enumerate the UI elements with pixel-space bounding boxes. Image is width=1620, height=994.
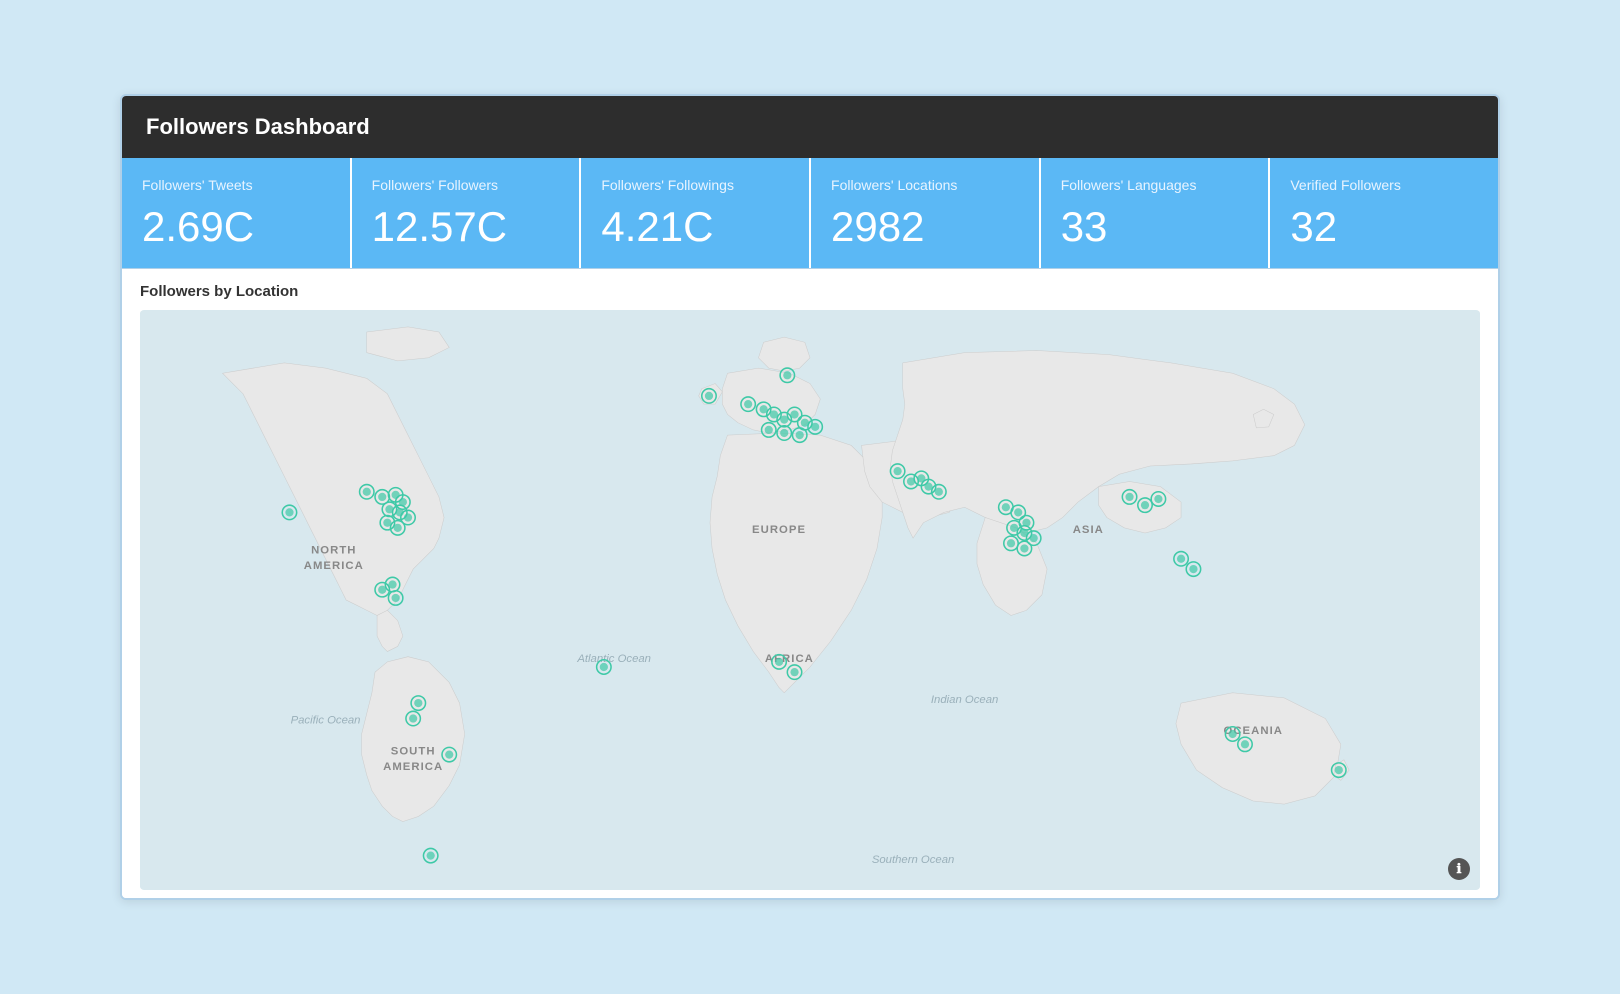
pacific-ocean-label: Pacific Ocean bbox=[291, 715, 361, 727]
stat-label-1: Followers' Followers bbox=[372, 176, 560, 194]
stat-card-0: Followers' Tweets 2.69C bbox=[122, 158, 352, 268]
stat-label-2: Followers' Followings bbox=[601, 176, 789, 194]
stat-value-0: 2.69C bbox=[142, 206, 330, 248]
stat-card-2: Followers' Followings 4.21C bbox=[581, 158, 811, 268]
map-section: Followers by Location bbox=[122, 269, 1498, 898]
stat-value-2: 4.21C bbox=[601, 206, 789, 248]
indian-ocean-label: Indian Ocean bbox=[931, 694, 998, 706]
north-america-label-2: AMERICA bbox=[304, 560, 364, 572]
stat-label-4: Followers' Languages bbox=[1061, 176, 1249, 194]
north-america-label-1: NORTH bbox=[311, 545, 356, 557]
stat-value-1: 12.57C bbox=[372, 206, 560, 248]
stat-value-4: 33 bbox=[1061, 206, 1249, 248]
stat-card-3: Followers' Locations 2982 bbox=[811, 158, 1041, 268]
map-section-title: Followers by Location bbox=[140, 283, 1480, 300]
south-america-label-1: SOUTH bbox=[391, 746, 436, 758]
header: Followers Dashboard bbox=[122, 96, 1498, 158]
stat-label-5: Verified Followers bbox=[1290, 176, 1478, 194]
europe-label: EUROPE bbox=[752, 524, 806, 536]
world-map: Pacific Ocean Atlantic Ocean Indian Ocea… bbox=[140, 310, 1480, 890]
dashboard-container: Followers Dashboard Followers' Tweets 2.… bbox=[120, 94, 1500, 900]
map-wrapper: Pacific Ocean Atlantic Ocean Indian Ocea… bbox=[140, 310, 1480, 890]
southern-ocean-label: Southern Ocean bbox=[872, 854, 955, 866]
asia-label: ASIA bbox=[1073, 524, 1104, 536]
atlantic-ocean-label: Atlantic Ocean bbox=[576, 653, 651, 665]
stat-value-3: 2982 bbox=[831, 206, 1019, 248]
stats-row: Followers' Tweets 2.69C Followers' Follo… bbox=[122, 158, 1498, 269]
info-button[interactable]: ℹ bbox=[1448, 858, 1470, 880]
stat-card-5: Verified Followers 32 bbox=[1270, 158, 1498, 268]
stat-label-3: Followers' Locations bbox=[831, 176, 1019, 194]
south-america-label-2: AMERICA bbox=[383, 761, 443, 773]
stat-value-5: 32 bbox=[1290, 206, 1478, 248]
stat-card-1: Followers' Followers 12.57C bbox=[352, 158, 582, 268]
stat-card-4: Followers' Languages 33 bbox=[1041, 158, 1271, 268]
stat-label-0: Followers' Tweets bbox=[142, 176, 330, 194]
page-title: Followers Dashboard bbox=[146, 114, 370, 139]
